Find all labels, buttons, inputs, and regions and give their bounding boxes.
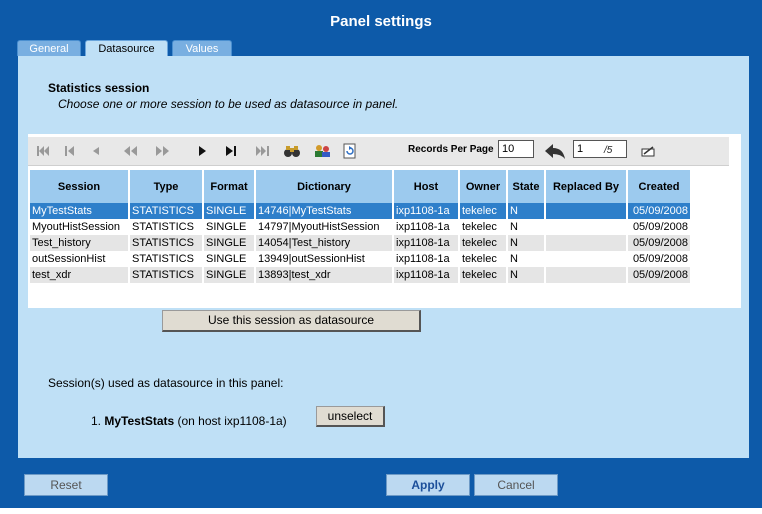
cell-dictionary: 14797|MyoutHistSession (256, 219, 392, 235)
cell-format: SINGLE (204, 267, 254, 283)
cell-type: STATISTICS (130, 251, 202, 267)
cell-created: 05/09/2008 (628, 219, 690, 235)
cell-dictionary: 13893|test_xdr (256, 267, 392, 283)
cell-created: 05/09/2008 (628, 251, 690, 267)
table-row[interactable]: test_xdr STATISTICS SINGLE 13893|test_xd… (30, 267, 690, 283)
reset-button[interactable]: Reset (24, 474, 108, 496)
col-owner[interactable]: Owner (460, 170, 506, 203)
cell-state: N (508, 219, 544, 235)
cell-replaced-by (546, 203, 626, 219)
cell-format: SINGLE (204, 235, 254, 251)
cell-host: ixp1108-1a (394, 251, 458, 267)
cell-type: STATISTICS (130, 235, 202, 251)
cell-replaced-by (546, 219, 626, 235)
tab-datasource[interactable]: Datasource (85, 40, 168, 56)
cell-owner: tekelec (460, 251, 506, 267)
prev-icon[interactable] (88, 141, 104, 161)
col-dictionary[interactable]: Dictionary (256, 170, 392, 203)
cell-replaced-by (546, 267, 626, 283)
cell-state: N (508, 267, 544, 283)
cell-created: 05/09/2008 (628, 203, 690, 219)
cell-type: STATISTICS (130, 267, 202, 283)
refresh-icon[interactable] (340, 141, 360, 161)
cell-dictionary: 14054|Test_history (256, 235, 392, 251)
cell-state: N (508, 235, 544, 251)
fast-forward-icon[interactable] (153, 141, 173, 161)
pager-toolbar: Records Per Page /5 (28, 137, 729, 166)
used-session-item: 1. MyTestStats (on host ixp1108-1a) (91, 414, 287, 428)
cell-session: test_xdr (30, 267, 128, 283)
edit-icon[interactable] (638, 141, 658, 161)
sessions-table: Session Type Format Dictionary Host Owne… (28, 170, 692, 283)
cell-session: Test_history (30, 235, 128, 251)
window-title: Panel settings (330, 13, 432, 30)
col-created[interactable]: Created (628, 170, 690, 203)
cell-state: N (508, 251, 544, 267)
cell-state: N (508, 203, 544, 219)
cell-owner: tekelec (460, 267, 506, 283)
table-row[interactable]: MyoutHistSession STATISTICS SINGLE 14797… (30, 219, 690, 235)
cancel-button[interactable]: Cancel (474, 474, 558, 496)
cell-session: outSessionHist (30, 251, 128, 267)
cell-format: SINGLE (204, 203, 254, 219)
back-arrow-icon[interactable] (542, 141, 568, 161)
tab-general[interactable]: General (17, 40, 81, 56)
table-row[interactable]: MyTestStats STATISTICS SINGLE 14746|MyTe… (30, 203, 690, 219)
cell-format: SINGLE (204, 219, 254, 235)
col-state[interactable]: State (508, 170, 544, 203)
last-page-icon[interactable] (253, 141, 273, 161)
prev-block-icon[interactable] (62, 141, 78, 161)
cell-owner: tekelec (460, 219, 506, 235)
page-total: /5 (604, 144, 613, 156)
cell-host: ixp1108-1a (394, 267, 458, 283)
section-title: Statistics session (48, 81, 150, 95)
binoculars-icon[interactable] (282, 141, 302, 161)
cell-host: ixp1108-1a (394, 235, 458, 251)
next-icon[interactable] (194, 141, 210, 161)
cell-format: SINGLE (204, 251, 254, 267)
page-number-input[interactable] (573, 140, 627, 158)
cell-host: ixp1108-1a (394, 219, 458, 235)
cell-session: MyoutHistSession (30, 219, 128, 235)
col-format[interactable]: Format (204, 170, 254, 203)
used-session-name: MyTestStats (104, 414, 175, 428)
table-row[interactable]: outSessionHist STATISTICS SINGLE 13949|o… (30, 251, 690, 267)
cell-host: ixp1108-1a (394, 203, 458, 219)
apply-button[interactable]: Apply (386, 474, 470, 496)
rewind-icon[interactable] (120, 141, 140, 161)
cell-type: STATISTICS (130, 219, 202, 235)
cell-owner: tekelec (460, 235, 506, 251)
col-host[interactable]: Host (394, 170, 458, 203)
unselect-button[interactable]: unselect (316, 406, 385, 427)
users-icon[interactable] (312, 141, 332, 161)
datasource-panel: Statistics session Choose one or more se… (18, 56, 749, 458)
tab-values[interactable]: Values (172, 40, 232, 56)
col-type[interactable]: Type (130, 170, 202, 203)
col-replaced-by[interactable]: Replaced By (546, 170, 626, 203)
cell-type: STATISTICS (130, 203, 202, 219)
col-session[interactable]: Session (30, 170, 128, 203)
use-as-datasource-button[interactable]: Use this session as datasource (162, 310, 421, 332)
first-page-icon[interactable] (34, 141, 52, 161)
table-row[interactable]: Test_history STATISTICS SINGLE 14054|Tes… (30, 235, 690, 251)
last-icon[interactable] (223, 141, 239, 161)
cell-dictionary: 13949|outSessionHist (256, 251, 392, 267)
cell-replaced-by (546, 235, 626, 251)
cell-session: MyTestStats (30, 203, 128, 219)
records-per-page-label: Records Per Page (408, 144, 494, 155)
cell-created: 05/09/2008 (628, 267, 690, 283)
used-sessions-label: Session(s) used as datasource in this pa… (48, 376, 284, 390)
cell-created: 05/09/2008 (628, 235, 690, 251)
table-header-row: Session Type Format Dictionary Host Owne… (30, 170, 690, 203)
panel-settings-window: Panel settings General Datasource Values… (0, 0, 762, 508)
cell-dictionary: 14746|MyTestStats (256, 203, 392, 219)
used-session-host: (on host ixp1108-1a) (177, 414, 287, 428)
section-subtitle: Choose one or more session to be used as… (58, 97, 399, 111)
cell-owner: tekelec (460, 203, 506, 219)
cell-replaced-by (546, 251, 626, 267)
used-session-index: 1. (91, 414, 102, 428)
records-per-page-input[interactable] (498, 140, 534, 158)
